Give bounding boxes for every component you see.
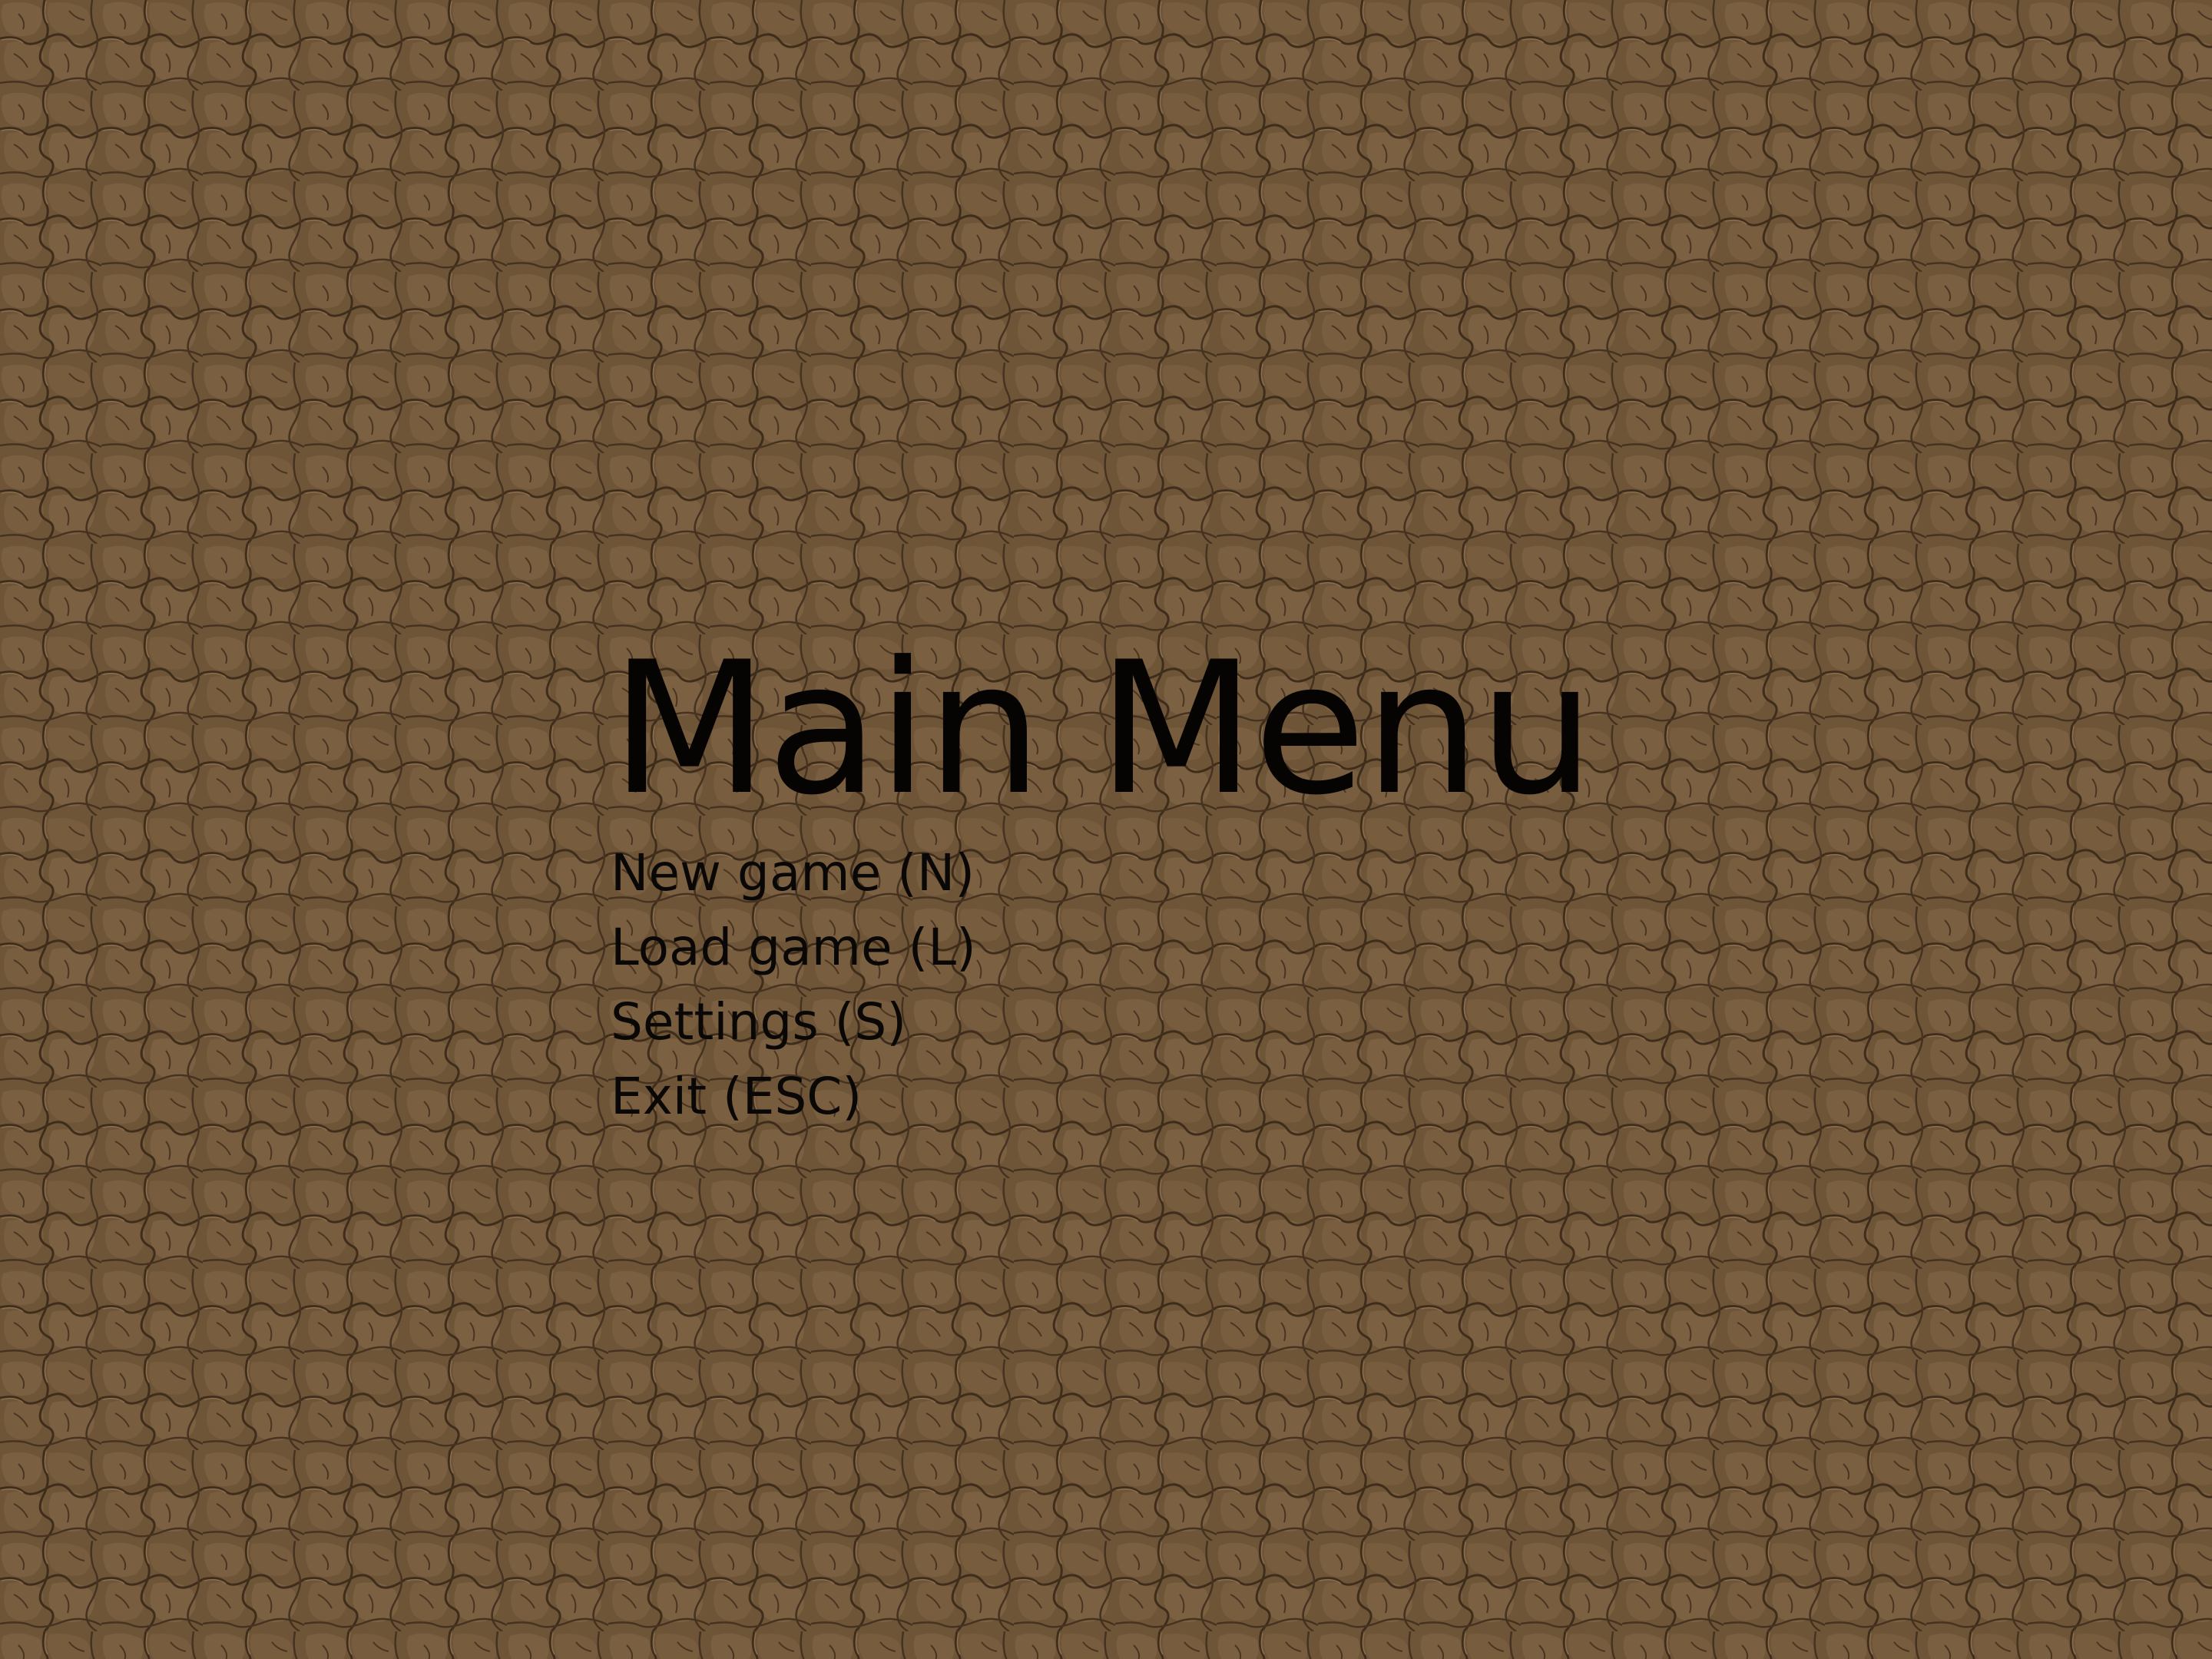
load-game-option[interactable]: Load game (L)	[611, 910, 1763, 985]
exit-option[interactable]: Exit (ESC)	[611, 1059, 1763, 1134]
new-game-option[interactable]: New game (N)	[611, 836, 1763, 910]
menu-items: New game (N) Load game (L) Settings (S) …	[611, 836, 1763, 1134]
menu-title: Main Menu	[611, 623, 1594, 836]
settings-option[interactable]: Settings (S)	[611, 985, 1763, 1059]
main-menu: Main Menu New game (N) Load game (L) Set…	[611, 630, 1763, 1134]
